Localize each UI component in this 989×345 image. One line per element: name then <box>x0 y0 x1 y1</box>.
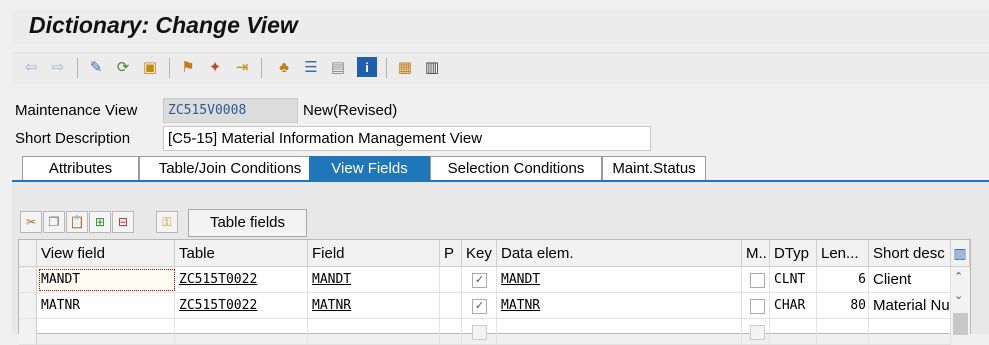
key-checkbox[interactable] <box>472 325 487 340</box>
table-row-empty <box>770 319 817 345</box>
delete-row-icon[interactable]: ⊟ <box>112 211 134 233</box>
col-dtyp[interactable]: DTyp <box>770 240 817 267</box>
col-data-element[interactable]: Data elem. <box>497 240 742 267</box>
col-key[interactable]: Key <box>462 240 497 267</box>
table-row-data-element[interactable]: MANDT <box>497 267 742 293</box>
short-description-label: Short Description <box>15 130 131 147</box>
table-row-short-desc: Material Nu <box>869 293 951 319</box>
table-row-table[interactable]: ZC515T0022 <box>175 267 308 293</box>
back-arrow-icon[interactable]: ⇦ <box>21 57 41 77</box>
table-row-length: 6 <box>817 267 869 293</box>
key-checkbox[interactable]: ✓ <box>472 273 487 288</box>
maintenance-view-field[interactable]: ZC515V0008 <box>163 98 298 123</box>
display-change-icon[interactable]: ✎ <box>86 57 106 77</box>
view-fields-table: View field Table Field P Key Data elem. … <box>18 239 971 345</box>
table-row-data-element[interactable]: MATNR <box>497 293 742 319</box>
table-row-p[interactable] <box>440 293 462 319</box>
layout-icon[interactable]: ▥ <box>422 57 442 77</box>
row-selector[interactable] <box>19 293 37 319</box>
col-field[interactable]: Field <box>308 240 440 267</box>
row-selector[interactable] <box>19 319 37 345</box>
key-checkbox[interactable]: ✓ <box>472 299 487 314</box>
object-list-icon[interactable]: ☰ <box>301 57 321 77</box>
forward-arrow-icon[interactable]: ⇨ <box>48 57 68 77</box>
key-fields-icon[interactable]: ⚿ <box>156 211 178 233</box>
table-row-short-desc: Client <box>869 267 951 293</box>
short-description-field[interactable]: [C5-15] Material Information Management … <box>163 126 651 151</box>
insert-row-icon[interactable]: ⊞ <box>89 211 111 233</box>
table-row-empty[interactable] <box>37 319 175 345</box>
col-view-field[interactable]: View field <box>37 240 175 267</box>
scroll-thumb[interactable] <box>953 313 968 335</box>
table-row-view-field[interactable]: MATNR <box>37 293 175 319</box>
col-table[interactable]: Table <box>175 240 308 267</box>
col-length[interactable]: Len... <box>817 240 869 267</box>
table-row-empty[interactable] <box>440 319 462 345</box>
toolbar-separator <box>169 58 170 78</box>
maintenance-view-label: Maintenance View <box>15 102 138 119</box>
table-icon[interactable]: ▤ <box>328 57 348 77</box>
tab-selection-conditions[interactable]: Selection Conditions <box>430 156 602 180</box>
tab-attributes[interactable]: Attributes <box>22 156 139 180</box>
table-row-length: 80 <box>817 293 869 319</box>
table-row-table[interactable]: ZC515T0022 <box>175 293 308 319</box>
hierarchy-icon[interactable]: ♣ <box>274 57 294 77</box>
table-row-dtyp: CLNT <box>770 267 817 293</box>
cell-cursor <box>39 269 175 291</box>
other-object-icon[interactable]: ⟳ <box>113 57 133 77</box>
info-icon[interactable]: i <box>357 57 377 77</box>
mod-checkbox[interactable] <box>750 325 765 340</box>
table-row-empty[interactable] <box>175 319 308 345</box>
navigation-icon[interactable]: ⇥ <box>232 57 252 77</box>
cut-icon[interactable]: ✂ <box>20 211 42 233</box>
technical-settings-icon[interactable]: ▦ <box>395 57 415 77</box>
scroll-down-icon[interactable]: ⌄ <box>954 289 963 302</box>
table-row-field[interactable]: MATNR <box>308 293 440 319</box>
row-selector-header[interactable] <box>19 240 37 267</box>
table-fields-button[interactable]: Table fields <box>188 209 307 237</box>
table-row-empty <box>817 319 869 345</box>
tab-view-fields[interactable]: View Fields <box>309 156 430 180</box>
table-row-empty[interactable] <box>497 319 742 345</box>
col-p[interactable]: P <box>440 240 462 267</box>
application-toolbar: ⇦ ⇨ ✎ ⟳ ▣ ⚑ ✦ ⇥ ♣ ☰ ▤ i ▦ ▥ <box>12 52 989 84</box>
toolbar-separator <box>77 58 78 78</box>
col-m[interactable]: M.. <box>742 240 770 267</box>
toolbar-separator <box>261 58 262 78</box>
title-bar: Dictionary: Change View <box>12 9 989 44</box>
where-used-icon[interactable]: ✦ <box>205 57 225 77</box>
window-title: Dictionary: Change View <box>29 12 298 38</box>
toolbar-separator <box>386 58 387 78</box>
column-settings-icon[interactable]: ▥ <box>951 240 970 267</box>
copy-icon[interactable]: ❐ <box>43 211 65 233</box>
mod-checkbox[interactable] <box>750 273 765 288</box>
table-row-field[interactable]: MANDT <box>308 267 440 293</box>
paste-icon[interactable]: 📋 <box>66 211 88 233</box>
tab-table-join-conditions[interactable]: Table/Join Conditions <box>139 156 321 180</box>
mod-checkbox[interactable] <box>750 299 765 314</box>
col-short-desc[interactable]: Short desc <box>869 240 951 267</box>
view-status: New(Revised) <box>303 102 398 119</box>
tab-maint-status[interactable]: Maint.Status <box>602 156 706 180</box>
activate-icon[interactable]: ▣ <box>140 57 160 77</box>
row-selector[interactable] <box>19 267 37 293</box>
table-row-empty[interactable] <box>308 319 440 345</box>
scroll-up-icon[interactable]: ⌃ <box>954 270 963 283</box>
tab-strip: Attributes Table/Join Conditions View Fi… <box>12 156 989 181</box>
vertical-scrollbar[interactable]: ⌃ ⌄ <box>951 267 970 335</box>
table-row-dtyp: CHAR <box>770 293 817 319</box>
check-icon[interactable]: ⚑ <box>178 57 198 77</box>
table-row-p[interactable] <box>440 267 462 293</box>
table-row-empty <box>869 319 951 345</box>
